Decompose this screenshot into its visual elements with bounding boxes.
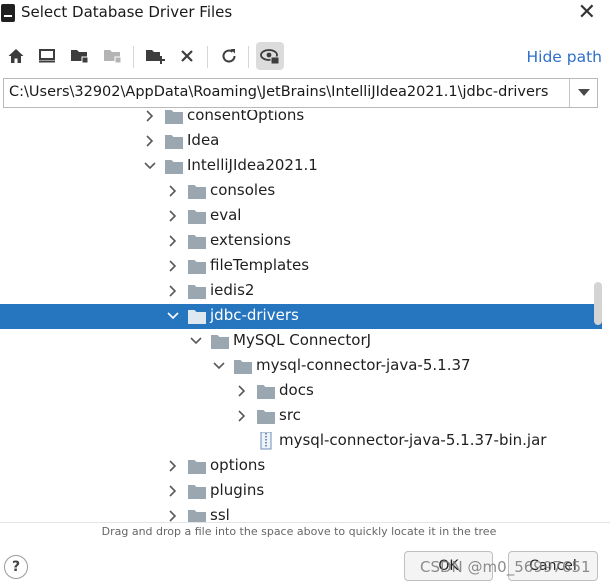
- tree-row[interactable]: iedis2: [0, 279, 602, 304]
- tree-row-label: plugins: [210, 481, 265, 499]
- tree-row[interactable]: mysql-connector-java-5.1.37: [0, 354, 602, 379]
- path-input[interactable]: C:\Users\32902\AppData\Roaming\JetBrains…: [9, 84, 548, 100]
- chevron-down-icon[interactable]: [212, 358, 226, 374]
- folder-icon: [234, 359, 252, 374]
- chevron-right-icon[interactable]: [166, 483, 180, 499]
- folder-icon: [188, 309, 206, 324]
- chevron-right-icon[interactable]: [143, 133, 157, 149]
- folder-icon: [257, 384, 275, 399]
- chevron-down-icon[interactable]: [143, 158, 157, 174]
- tree-row-label: extensions: [210, 231, 291, 249]
- toolbar-separator: [133, 46, 134, 68]
- tree-row-label: MySQL ConnectorJ: [233, 331, 372, 349]
- folder-icon: [188, 184, 206, 199]
- help-button[interactable]: ?: [4, 555, 28, 579]
- tree-row-label: options: [210, 456, 266, 474]
- chevron-right-icon[interactable]: [235, 408, 249, 424]
- folder-icon: [188, 259, 206, 274]
- ok-button[interactable]: OK: [404, 551, 493, 581]
- folder-icon: [165, 134, 183, 149]
- chevron-down-icon[interactable]: [166, 308, 180, 324]
- tree-row[interactable]: MySQL ConnectorJ: [0, 329, 602, 354]
- intellij-app-icon: [1, 4, 15, 22]
- tree-row-label: eval: [210, 206, 242, 224]
- tree-row[interactable]: jdbc-drivers: [0, 304, 602, 329]
- refresh-icon[interactable]: [217, 44, 241, 68]
- project-folder-icon[interactable]: [68, 44, 92, 68]
- tree-row-label: mysql-connector-java-5.1.37-bin.jar: [279, 431, 547, 449]
- toolbar-separator: [207, 46, 208, 68]
- chevron-right-icon[interactable]: [166, 183, 180, 199]
- chevron-right-icon[interactable]: [166, 458, 180, 474]
- folder-icon: [188, 284, 206, 299]
- tree-row[interactable]: plugins: [0, 479, 602, 504]
- tree-row[interactable]: src: [0, 404, 602, 429]
- chevron-right-icon[interactable]: [166, 233, 180, 249]
- chevron-right-icon[interactable]: [166, 508, 180, 522]
- toolbar-separator: [248, 46, 249, 68]
- tree-row[interactable]: options: [0, 454, 602, 479]
- tree-row-label: consentOptions: [187, 110, 305, 124]
- folder-icon: [165, 159, 183, 174]
- tree-scrollbar[interactable]: [594, 282, 602, 325]
- chevron-right-icon[interactable]: [235, 383, 249, 399]
- chevron-down-icon[interactable]: [189, 333, 203, 349]
- tree-row[interactable]: docs: [0, 379, 602, 404]
- hide-path-link[interactable]: Hide path: [526, 48, 602, 66]
- home-icon[interactable]: [4, 44, 28, 68]
- folder-icon: [188, 484, 206, 499]
- folder-icon: [188, 459, 206, 474]
- folder-icon: [188, 234, 206, 249]
- show-hidden-icon[interactable]: [256, 42, 284, 70]
- tree-row[interactable]: ssl: [0, 504, 602, 522]
- tree-row-label: Idea: [187, 131, 220, 149]
- tree-row-label: consoles: [210, 181, 276, 199]
- tree-row-label: docs: [279, 381, 314, 399]
- tree-row-label: fileTemplates: [210, 256, 310, 274]
- folder-icon: [211, 334, 229, 349]
- folder-icon: [188, 509, 206, 522]
- tree-row-label: src: [279, 406, 301, 424]
- folder-icon: [257, 409, 275, 424]
- chevron-right-icon[interactable]: [166, 283, 180, 299]
- tree-row[interactable]: extensions: [0, 229, 602, 254]
- chevron-right-icon[interactable]: [166, 208, 180, 224]
- folder-icon: [188, 209, 206, 224]
- tree-row[interactable]: fileTemplates: [0, 254, 602, 279]
- tree-row[interactable]: Idea: [0, 129, 602, 154]
- divider: [0, 522, 610, 523]
- path-combobox[interactable]: C:\Users\32902\AppData\Roaming\JetBrains…: [3, 78, 598, 108]
- delete-icon[interactable]: [175, 44, 199, 68]
- tree-row-label: ssl: [210, 506, 230, 522]
- module-folder-icon[interactable]: [101, 44, 125, 68]
- tree-row[interactable]: consoles: [0, 179, 602, 204]
- chevron-right-icon[interactable]: [166, 258, 180, 274]
- chevron-right-icon[interactable]: [143, 110, 157, 124]
- file-tree[interactable]: consentOptions Idea IntelliJIdea2021.1 cons…: [0, 110, 602, 522]
- folder-icon: [165, 110, 183, 124]
- new-folder-icon[interactable]: [143, 44, 167, 68]
- desktop-icon[interactable]: [35, 44, 59, 68]
- chevron-down-icon[interactable]: [569, 79, 597, 107]
- tree-row-label: iedis2: [210, 281, 255, 299]
- drag-drop-hint: Drag and drop a file into the space abov…: [101, 525, 497, 538]
- tree-row-label: IntelliJIdea2021.1: [187, 156, 318, 174]
- toolbar: Hide path: [0, 40, 610, 74]
- title-bar: Select Database Driver Files ✕: [0, 0, 610, 28]
- tree-row[interactable]: mysql-connector-java-5.1.37-bin.jar: [0, 429, 602, 454]
- tree-row[interactable]: IntelliJIdea2021.1: [0, 154, 602, 179]
- window-title: Select Database Driver Files: [21, 3, 233, 21]
- tree-row[interactable]: consentOptions: [0, 110, 602, 129]
- tree-row[interactable]: eval: [0, 204, 602, 229]
- close-icon[interactable]: ✕: [578, 0, 596, 26]
- tree-row-label: jdbc-drivers: [210, 306, 299, 324]
- jar-file-icon: [257, 431, 275, 450]
- cancel-button[interactable]: Cancel: [508, 551, 598, 581]
- tree-row-label: mysql-connector-java-5.1.37: [256, 356, 471, 374]
